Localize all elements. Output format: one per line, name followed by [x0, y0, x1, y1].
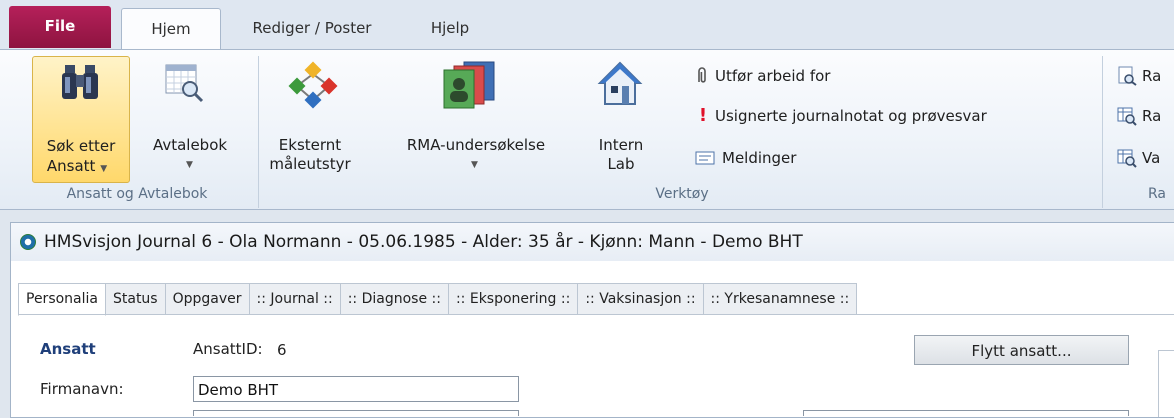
side-panel	[1158, 350, 1174, 417]
group-label-verktoy: Verktøy	[655, 186, 709, 202]
intern-label-line1: Intern	[598, 136, 644, 154]
tab-oppgaver[interactable]: Oppgaver	[165, 283, 250, 315]
group-label-ansatt-og-avtalebok: Ansatt og Avtalebok	[66, 186, 208, 202]
form-tab-strip: Personalia Status Oppgaver :: Journal ::…	[18, 283, 858, 316]
exclamation-icon: !	[698, 105, 708, 126]
tab-strip-divider	[18, 314, 1174, 315]
tab-rediger-poster[interactable]: Rediger / Poster	[236, 8, 388, 49]
tab-hjelp[interactable]: Hjelp	[398, 8, 502, 49]
sok-label-line2: Ansatt ▼	[33, 156, 121, 179]
document-search-icon	[1118, 66, 1137, 86]
rma-undersokelse-button[interactable]: RMA-undersøkelse	[376, 135, 576, 155]
section-title-ansatt: Ansatt	[40, 340, 96, 358]
group-separator	[1102, 56, 1103, 208]
calendar-search-icon	[165, 64, 204, 103]
contact-cards-icon	[443, 61, 495, 109]
hmsvisjon-logo-icon	[20, 234, 36, 250]
right-field[interactable]	[803, 410, 1129, 416]
eksternt-maleutstyr-button[interactable]: måleutstyr	[266, 154, 354, 174]
ansattid-label: AnsattID:	[193, 340, 263, 358]
group-label-rapporter: Ra	[1148, 186, 1166, 202]
tab-file[interactable]: File	[9, 6, 111, 48]
avtalebok-button[interactable]: Avtalebok	[140, 135, 240, 155]
sok-etter-ansatt-button[interactable]: Søk etter Ansatt ▼	[32, 56, 130, 183]
utfor-label: Utfør arbeid for	[715, 67, 831, 85]
firmanavn-field[interactable]: Demo BHT	[193, 376, 519, 402]
sok-label-line2-text: Ansatt	[46, 157, 96, 175]
group-separator	[258, 56, 259, 208]
tab-yrkesanamnese[interactable]: :: Yrkesanamnese ::	[703, 283, 858, 315]
tab-personalia[interactable]: Personalia	[18, 283, 106, 316]
tab-vaksinasjon[interactable]: :: Vaksinasjon ::	[578, 283, 704, 315]
tab-status[interactable]: Status	[105, 283, 166, 315]
eksternt-label-line1: Eksternt	[278, 136, 342, 154]
firmanavn-label: Firmanavn:	[40, 380, 124, 398]
tab-diagnose[interactable]: :: Diagnose ::	[340, 283, 449, 315]
house-icon	[597, 61, 643, 105]
tab-journal[interactable]: :: Journal ::	[249, 283, 341, 315]
usignerte-label: Usignerte journalnotat og prøvesvar	[715, 107, 987, 125]
table-search-icon	[1117, 149, 1137, 168]
message-icon	[695, 151, 715, 165]
avtalebok-dropdown-arrow-icon[interactable]: ▼	[186, 160, 193, 170]
meldinger-label: Meldinger	[722, 149, 797, 167]
network-nodes-icon	[288, 61, 338, 109]
table-search-icon	[1117, 107, 1137, 126]
sok-label-line1: Søk etter	[46, 137, 116, 155]
intern-lab-button[interactable]: Lab	[588, 154, 654, 174]
binoculars-icon	[62, 65, 98, 99]
journal-title: HMSvisjon Journal 6 - Ola Normann - 05.0…	[44, 232, 803, 252]
ansattid-value: 6	[277, 341, 287, 359]
rma-dropdown-arrow-icon[interactable]: ▼	[471, 160, 478, 170]
flytt-ansatt-button[interactable]: Flytt ansatt...	[914, 335, 1129, 365]
dropdown-arrow-icon: ▼	[100, 164, 108, 174]
rapport-label-1: Ra	[1142, 67, 1162, 85]
rapport-label-2: Ra	[1142, 107, 1162, 125]
tab-hjem[interactable]: Hjem	[121, 8, 221, 50]
next-field[interactable]	[193, 410, 519, 416]
tab-eksponering[interactable]: :: Eksponering ::	[448, 283, 579, 315]
rapport-label-3: Va	[1142, 149, 1161, 167]
paperclip-icon	[698, 67, 706, 83]
